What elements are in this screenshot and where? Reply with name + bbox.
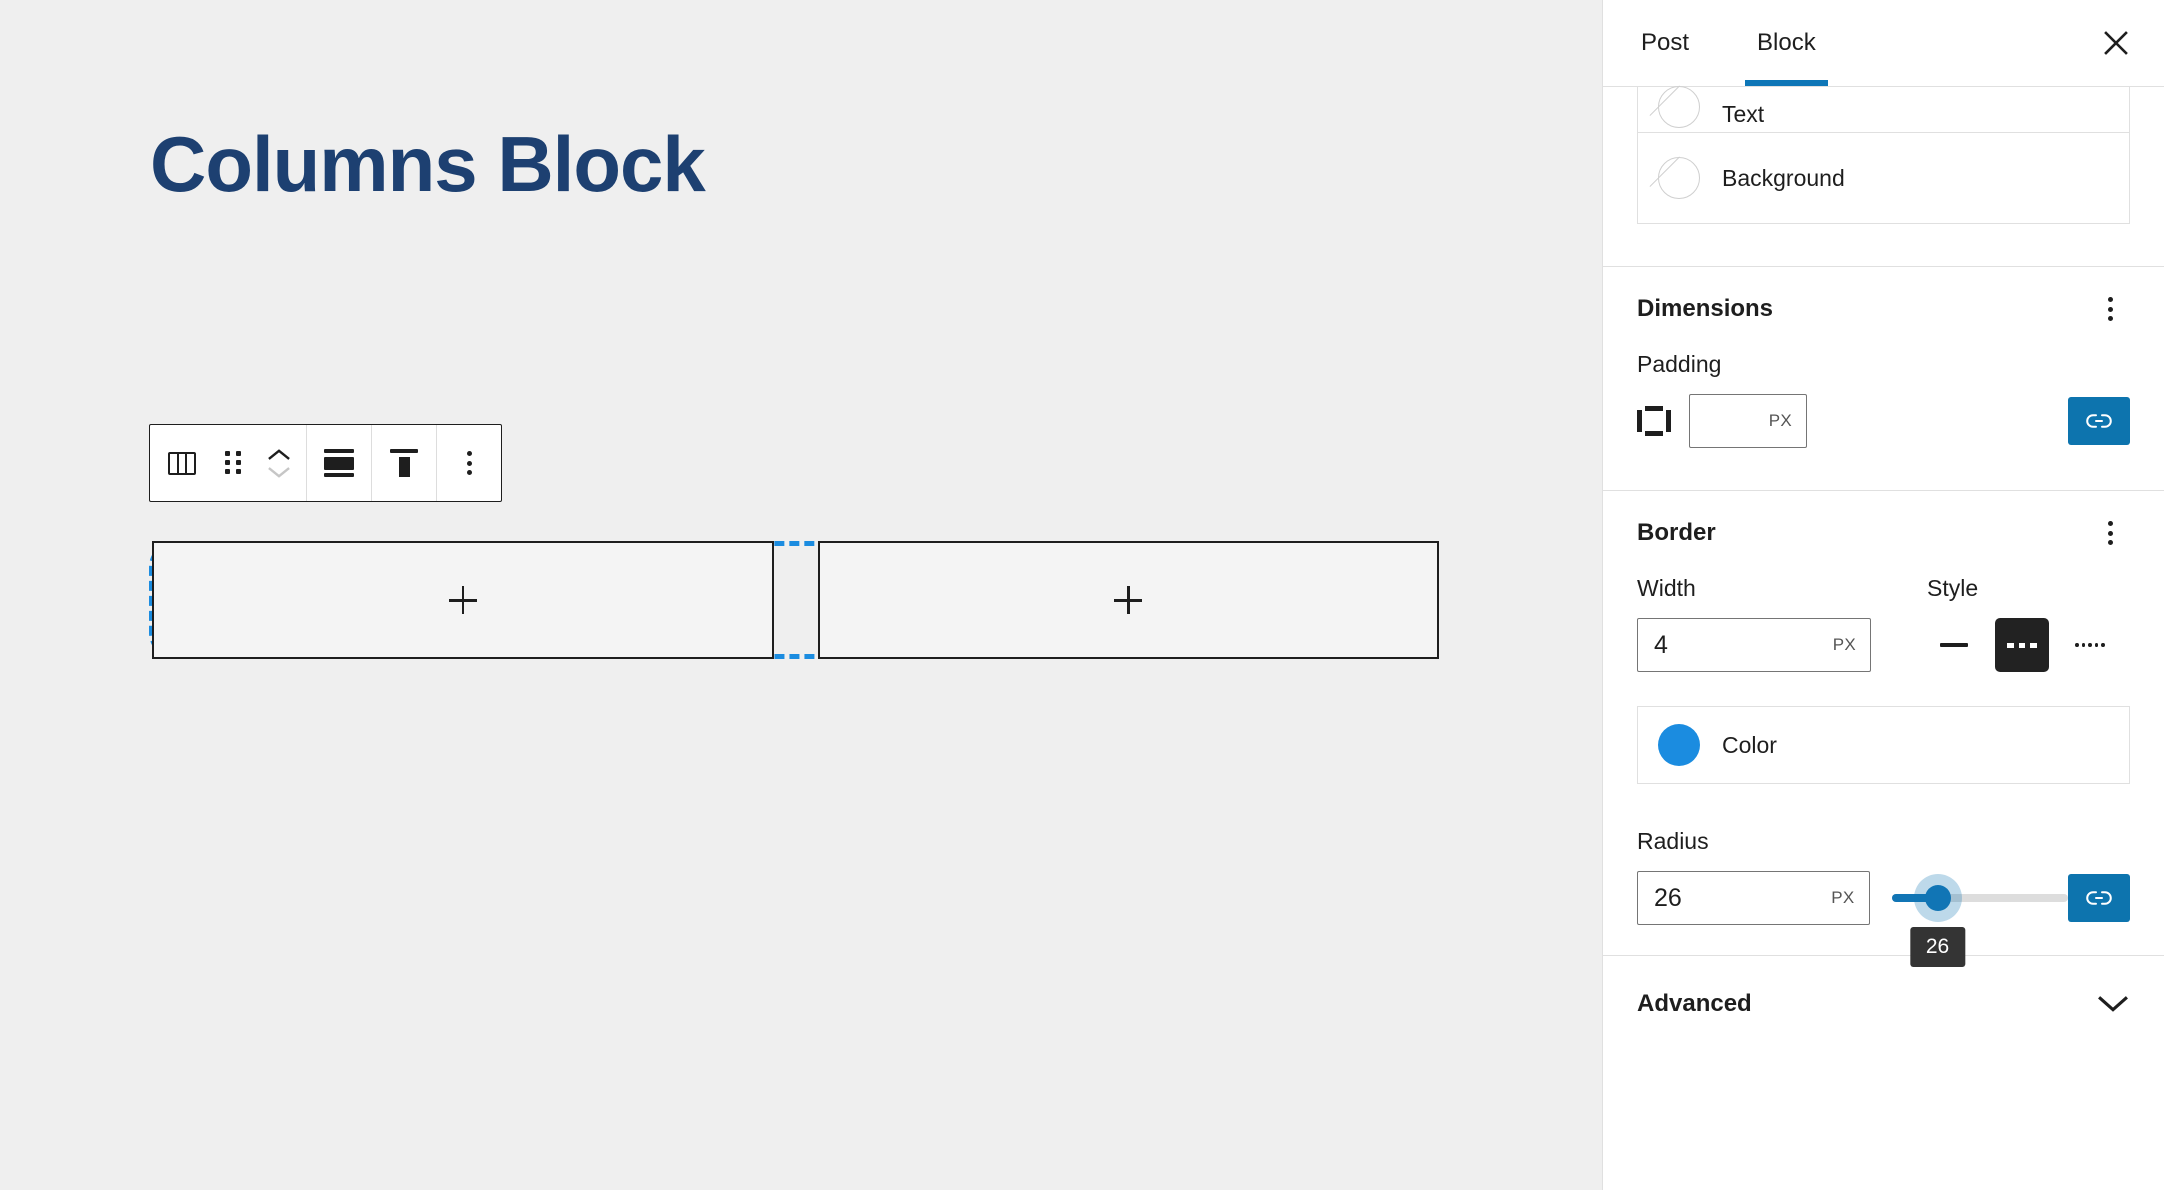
border-width-input-wrapper[interactable]: PX: [1637, 618, 1871, 672]
sidebar-body: Text Background Dimensions Padding PX Bo…: [1603, 86, 2164, 1052]
link-icon: [2086, 414, 2112, 428]
border-radius-input-wrapper[interactable]: PX: [1637, 871, 1870, 925]
border-dotted-icon: [2075, 643, 2105, 647]
border-style-dashed-button[interactable]: [1995, 618, 2049, 672]
close-sidebar-button[interactable]: [2090, 17, 2142, 69]
border-dashed-icon: [2007, 642, 2038, 648]
border-radius-unit: PX: [1831, 888, 1855, 907]
drag-handle-button[interactable]: [210, 426, 256, 500]
border-solid-icon: [1940, 643, 1968, 647]
border-radius-control-row: PX 26: [1637, 871, 2131, 967]
tab-post-label: Post: [1641, 29, 1690, 56]
editor-canvas: Columns Block: [0, 0, 1602, 1190]
padding-link-sides-button[interactable]: [2068, 397, 2130, 445]
advanced-panel-toggle[interactable]: Advanced: [1603, 955, 2164, 1052]
no-color-icon: [1658, 157, 1700, 199]
more-vertical-icon: [2107, 297, 2113, 321]
change-content-position-icon: [324, 449, 354, 477]
border-color-label: Color: [1722, 731, 1777, 758]
padding-control-row: PX: [1637, 394, 2130, 490]
border-style-dotted-button[interactable]: [2063, 618, 2117, 672]
chevron-up-icon[interactable]: [268, 448, 290, 460]
border-width-label: Width: [1637, 575, 1696, 601]
more-vertical-icon: [466, 451, 472, 475]
block-mover[interactable]: [256, 426, 302, 500]
vertical-align-button[interactable]: [376, 426, 432, 500]
padding-label: Padding: [1637, 351, 1722, 377]
link-icon: [2086, 891, 2112, 905]
column-placeholder-2[interactable]: [817, 541, 1439, 659]
border-width-unit: PX: [1832, 635, 1856, 654]
dimensions-panel-title: Dimensions: [1637, 295, 1774, 322]
block-toolbar-group-options: [437, 425, 501, 501]
color-row-background-label: Background: [1722, 164, 1845, 191]
close-icon: [2104, 31, 2128, 55]
sidebar-header: Post Block: [1603, 0, 2164, 87]
advanced-panel-title: Advanced: [1637, 990, 1752, 1017]
page-title[interactable]: Columns Block: [150, 123, 706, 206]
padding-unit: PX: [1768, 411, 1792, 430]
dimensions-panel-header: Dimensions: [1637, 267, 2130, 351]
color-settings-group: Text Background: [1637, 86, 2130, 224]
border-panel-header: Border: [1637, 491, 2130, 575]
tab-block-label: Block: [1757, 29, 1816, 56]
box-sides-icon[interactable]: [1637, 406, 1671, 436]
dimensions-options-button[interactable]: [2090, 289, 2130, 329]
color-row-background[interactable]: Background: [1638, 132, 2129, 223]
change-content-position-button[interactable]: [311, 426, 367, 500]
column-placeholder-1[interactable]: [152, 541, 774, 659]
block-toolbar-group-valign: [372, 425, 437, 501]
border-style-label: Style: [1927, 575, 1979, 601]
block-editor-app: Columns Block Post Block Text Background…: [0, 0, 2164, 1190]
border-panel: Border Width PX: [1603, 491, 2164, 967]
columns-block[interactable]: [152, 541, 1439, 659]
chevron-down-icon[interactable]: [268, 466, 290, 478]
padding-input-wrapper[interactable]: PX: [1689, 394, 1807, 448]
color-row-text[interactable]: Text: [1638, 86, 2129, 132]
color-row-text-label: Text: [1722, 101, 1765, 127]
chevron-down-icon: [2098, 996, 2128, 1012]
border-options-button[interactable]: [2090, 513, 2130, 553]
border-width-field: Width PX: [1637, 575, 1871, 672]
slider-thumb[interactable]: [1924, 885, 1951, 911]
border-color-row[interactable]: Color: [1637, 706, 2130, 784]
border-radius-link-button[interactable]: [2068, 874, 2131, 922]
more-vertical-icon: [2107, 521, 2113, 545]
dimensions-panel: Dimensions Padding PX: [1603, 267, 2164, 490]
block-toolbar-group-primary: [150, 425, 307, 501]
plus-icon[interactable]: [1114, 586, 1143, 614]
plus-icon[interactable]: [448, 586, 477, 614]
columns-icon: [168, 451, 196, 475]
block-options-button[interactable]: [441, 426, 497, 500]
tab-block[interactable]: Block: [1745, 0, 1828, 86]
settings-sidebar: Post Block Text Background Dimensions Pa…: [1602, 0, 2164, 1190]
border-style-field: Style: [1927, 575, 2117, 672]
border-radius-label: Radius: [1637, 828, 1709, 854]
border-color-swatch: [1658, 724, 1700, 766]
tab-post[interactable]: Post: [1633, 0, 1697, 86]
drag-handle-icon: [225, 451, 241, 475]
border-radius-slider[interactable]: 26: [1891, 871, 2069, 967]
block-toolbar-group-align: [307, 425, 372, 501]
slider-value-tooltip: 26: [1909, 927, 1966, 967]
vertical-align-top-icon: [389, 449, 419, 477]
border-width-style-row: Width PX Style: [1637, 575, 2130, 672]
block-toolbar: [149, 424, 502, 502]
border-panel-title: Border: [1637, 519, 1716, 546]
border-style-solid-button[interactable]: [1927, 618, 1981, 672]
border-style-options: [1927, 618, 2117, 672]
block-type-button[interactable]: [154, 426, 210, 500]
no-color-icon: [1658, 86, 1700, 128]
